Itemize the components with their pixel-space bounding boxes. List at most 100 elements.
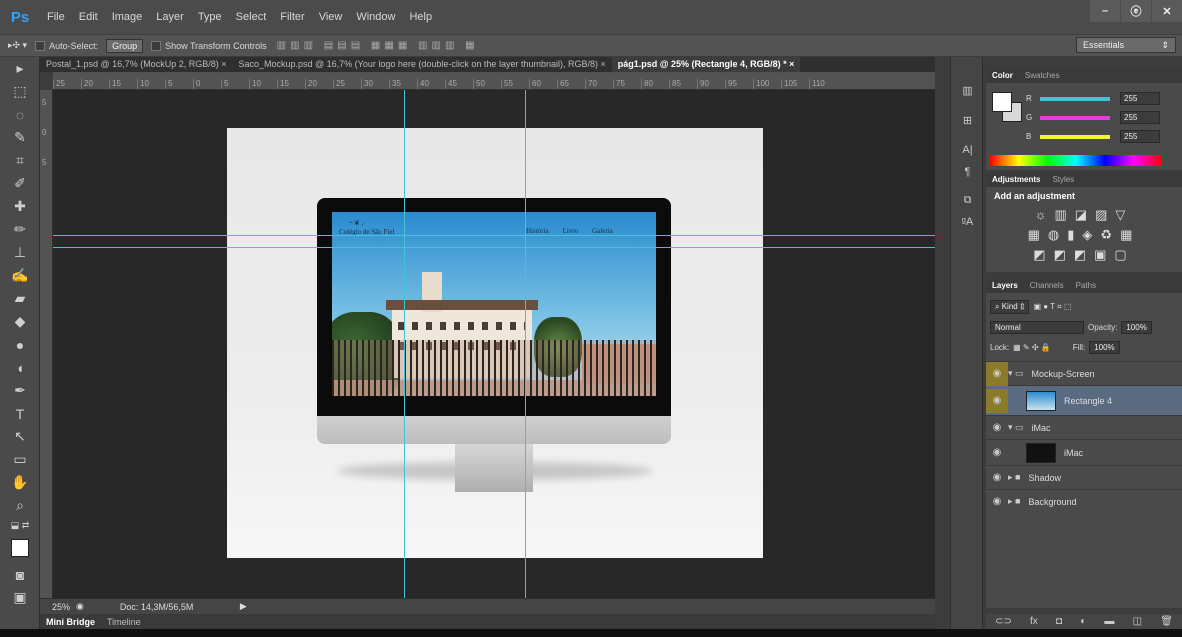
tab-color[interactable]: Color [986,71,1019,80]
quick-select-tool-icon[interactable]: ✎ [0,126,40,149]
kind-filter[interactable]: ⌕ Kind ⇕ [990,300,1030,314]
tab-postal[interactable]: Postal_1.psd @ 16,7% (MockUp 2, RGB/8) × [40,57,232,72]
folder-open-icon[interactable]: ▾ ▭ [1008,368,1024,379]
b-slider[interactable] [1040,134,1110,139]
tab-channels[interactable]: Channels [1024,281,1070,290]
lock-icons[interactable]: ▦ ✎ ✣ 🔒 [1013,343,1051,352]
swap-colors-icon[interactable]: ⬓ ⇄ [0,517,40,533]
dodge-tool-icon[interactable]: ◖ [0,356,40,379]
zoom-level[interactable]: 25% [40,602,70,612]
layer-thumbnail[interactable] [1026,390,1056,411]
eye-icon[interactable]: ◉ [986,466,1008,490]
foreground-color-swatch[interactable] [0,533,40,563]
workspace-dropdown[interactable]: Essentials ⇕ [1076,37,1176,53]
canvas-area[interactable]: ⸞❦⸝ Colégio de São Fiel História Livro G… [53,90,935,598]
group-dropdown[interactable]: Group [106,38,144,53]
menu-help[interactable]: Help [402,11,439,23]
marquee-tool-icon[interactable]: ⬚ [0,80,40,103]
tab-saco-mockup[interactable]: Saco_Mockup.psd @ 16,7% (Your logo here … [232,57,611,72]
hand-tool-icon[interactable]: ✋ [0,471,40,494]
eye-icon[interactable]: ◉ [986,388,1008,413]
eyedropper-tool-icon[interactable]: ✐ [0,172,40,195]
character-styles-icon[interactable]: ⧉ [951,189,984,211]
blur-tool-icon[interactable]: ● [0,333,40,356]
color-spectrum[interactable] [990,155,1162,166]
path-select-icon[interactable]: ↖ [0,425,40,448]
crop-tool-icon[interactable]: ⌗ [0,149,40,172]
fx-icon[interactable]: fx [1030,616,1038,627]
layer-thumbnail[interactable] [1026,442,1056,463]
close-button[interactable]: ✕ [1152,0,1182,22]
restore-button[interactable]: ⓔ [1121,0,1151,22]
mask-icon[interactable]: ◘ [1056,616,1062,627]
tab-pag1[interactable]: pág1.psd @ 25% (Rectangle 4, RGB/8) * × [611,57,801,72]
menu-edit[interactable]: Edit [72,11,105,23]
r-slider[interactable] [1040,96,1110,101]
menu-image[interactable]: Image [105,11,150,23]
info-icon[interactable]: ◉ [76,601,84,612]
menu-layer[interactable]: Layer [149,11,191,23]
b-value[interactable]: 255 [1120,130,1160,143]
properties-icon[interactable]: ⊞ [951,109,984,131]
guide-horizontal[interactable] [53,235,935,236]
folder-closed-icon[interactable]: ▸ ■ [1008,472,1020,483]
document-canvas[interactable]: ⸞❦⸝ Colégio de São Fiel História Livro G… [227,128,763,558]
auto-select-checkbox[interactable] [35,40,46,51]
eye-icon[interactable]: ◉ [986,416,1008,440]
adjustment-layer-icon[interactable]: ◐ [1080,616,1086,627]
fill-input[interactable]: 100% [1089,340,1120,354]
opacity-input[interactable]: 100% [1121,320,1152,334]
g-value[interactable]: 255 [1120,111,1160,124]
type-tool-icon[interactable]: T [0,402,40,425]
healing-tool-icon[interactable]: ✚ [0,195,40,218]
adjustment-icons[interactable]: ☼▥◪▨▽ ▦◍▮◈♻▦ ◩◩◩▣▢ [986,205,1182,265]
shape-tool-icon[interactable]: ▭ [0,448,40,471]
menu-filter[interactable]: Filter [273,11,311,23]
layer-rectangle-4[interactable]: ◉ Rectangle 4 [986,385,1182,415]
transform-controls-checkbox[interactable] [151,40,162,51]
filter-icons[interactable]: ▣ ● T ⌗ ⬚ [1033,302,1071,312]
tab-layers[interactable]: Layers [986,281,1024,290]
move-tool-icon[interactable]: ▸✣ ▾ [8,40,27,51]
quick-mask-icon[interactable]: ◙ [0,563,40,586]
layer-imac[interactable]: ◉ iMac [986,439,1182,465]
character-icon[interactable]: A| [951,139,984,161]
guide-vertical[interactable] [404,90,405,598]
link-icon[interactable]: ⊂⊃ [995,616,1012,627]
eye-icon[interactable]: ◉ [986,490,1008,514]
layer-background-group[interactable]: ◉ ▸ ■ Background [986,489,1182,513]
layer-shadow-group[interactable]: ◉ ▸ ■ Shadow [986,465,1182,489]
paint-bucket-icon[interactable]: ◆ [0,310,40,333]
tab-styles[interactable]: Styles [1046,175,1080,184]
eraser-tool-icon[interactable]: ▰ [0,287,40,310]
tab-timeline[interactable]: Timeline [101,617,147,627]
layer-mockup-screen[interactable]: ◉ ▾ ▭ Mockup-Screen [986,361,1182,386]
stamp-tool-icon[interactable]: ⊥ [0,241,40,264]
guide-vertical[interactable] [525,90,526,598]
tab-swatches[interactable]: Swatches [1019,71,1066,80]
blend-mode-dropdown[interactable]: Normal [990,320,1084,334]
brush-tool-icon[interactable]: ✏ [0,218,40,241]
g-slider[interactable] [1040,115,1110,120]
zoom-tool-icon[interactable]: ⌕ [0,494,40,517]
menu-type[interactable]: Type [191,11,229,23]
align-icons[interactable]: ▥▥▥ ▤▤▤ ▦▦▦ ▥▥▥ ▦ [277,40,479,51]
layer-imac-group[interactable]: ◉ ▾ ▭ iMac [986,415,1182,439]
tab-adjustments[interactable]: Adjustments [986,175,1046,184]
play-arrow-icon[interactable]: ▶ [240,601,247,612]
folder-open-icon[interactable]: ▾ ▭ [1008,422,1024,433]
foreground-color-swatch[interactable] [992,92,1012,112]
menu-file[interactable]: File [40,11,72,23]
trash-icon[interactable]: 🗑 [1160,616,1173,627]
tab-paths[interactable]: Paths [1070,281,1102,290]
paragraph-styles-icon[interactable]: ᵍA [951,211,984,233]
paragraph-icon[interactable]: ¶ [951,161,984,183]
pen-tool-icon[interactable]: ✒ [0,379,40,402]
menu-select[interactable]: Select [229,11,274,23]
menu-window[interactable]: Window [349,11,402,23]
guide-horizontal[interactable] [53,247,935,248]
tab-mini-bridge[interactable]: Mini Bridge [40,617,101,627]
folder-closed-icon[interactable]: ▸ ■ [1008,496,1020,507]
lasso-tool-icon[interactable]: ◌ [0,103,40,126]
history-brush-icon[interactable]: ✍ [0,264,40,287]
